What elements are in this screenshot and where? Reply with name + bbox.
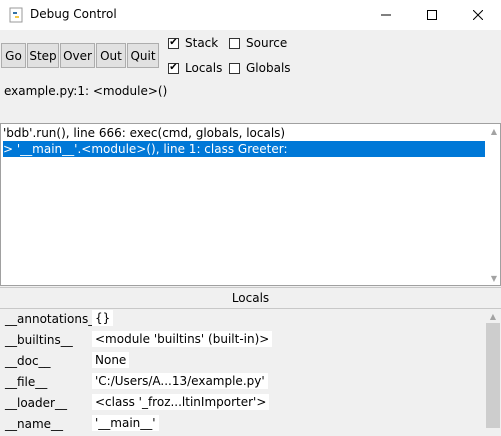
stack-scrollbar[interactable]: ▲ ▼ xyxy=(487,124,501,285)
local-value[interactable]: {} xyxy=(92,310,114,326)
local-name: __name__ xyxy=(5,417,64,431)
local-value[interactable]: <class '_froz...ltinImporter'> xyxy=(92,394,270,410)
table-row: __loader__ <class '_froz...ltinImporter'… xyxy=(0,393,483,414)
locals-header: Locals xyxy=(0,287,501,309)
table-row: __name__ '__main__' xyxy=(0,414,483,435)
scroll-down-icon[interactable]: ▼ xyxy=(487,271,501,285)
table-row: __annotations__ {} xyxy=(0,309,483,330)
maximize-button[interactable] xyxy=(409,0,455,30)
local-name: __builtins__ xyxy=(5,333,73,347)
scroll-up-icon[interactable]: ▲ xyxy=(486,309,500,323)
locals-checkbox[interactable]: ✔ Locals xyxy=(168,61,222,75)
locals-scrollbar[interactable]: ▲ xyxy=(485,309,501,436)
table-row: __file__ 'C:/Users/A...13/example.py' xyxy=(0,372,483,393)
minimize-icon xyxy=(381,14,391,16)
locals-table: __annotations__ {} __builtins__ <module … xyxy=(0,309,501,436)
local-value[interactable]: '__main__' xyxy=(92,415,159,431)
maximize-icon xyxy=(427,10,437,20)
close-button[interactable] xyxy=(455,0,501,30)
locals-checkbox-box[interactable]: ✔ xyxy=(168,62,179,74)
globals-checkbox-box[interactable] xyxy=(229,62,240,74)
local-value[interactable]: 'C:/Users/A...13/example.py' xyxy=(92,373,268,389)
over-button[interactable]: Over xyxy=(60,43,95,68)
window-title: Debug Control xyxy=(30,7,117,21)
minimize-button[interactable] xyxy=(363,0,409,30)
source-checkbox-box[interactable] xyxy=(229,37,240,49)
out-button[interactable]: Out xyxy=(96,43,126,68)
stack-checkbox[interactable]: ✔ Stack xyxy=(168,36,218,50)
go-button[interactable]: Go xyxy=(1,43,26,68)
globals-checkbox-label: Globals xyxy=(246,61,291,75)
local-name: __loader__ xyxy=(5,396,67,410)
scrollbar-thumb[interactable] xyxy=(486,323,500,428)
current-location-label: example.py:1: <module>() xyxy=(4,84,168,98)
scroll-up-icon[interactable]: ▲ xyxy=(487,124,501,138)
globals-checkbox[interactable]: Globals xyxy=(229,61,291,75)
stack-item[interactable]: 'bdb'.run(), line 666: exec(cmd, globals… xyxy=(3,125,485,141)
close-icon xyxy=(473,10,483,20)
step-button[interactable]: Step xyxy=(27,43,59,68)
stack-item-selected[interactable]: > '__main__'.<module>(), line 1: class G… xyxy=(3,141,485,157)
python-app-icon xyxy=(8,7,24,23)
table-row: __builtins__ <module 'builtins' (built-i… xyxy=(0,330,483,351)
locals-checkbox-label: Locals xyxy=(185,61,223,75)
local-name: __doc__ xyxy=(5,354,51,368)
local-value[interactable]: <module 'builtins' (built-in)> xyxy=(92,331,273,347)
source-checkbox-label: Source xyxy=(246,36,288,50)
local-value[interactable]: None xyxy=(92,352,130,368)
stack-checkbox-box[interactable]: ✔ xyxy=(168,37,179,49)
table-row: __doc__ None xyxy=(0,351,483,372)
quit-button[interactable]: Quit xyxy=(127,43,159,68)
source-checkbox[interactable]: Source xyxy=(229,36,287,50)
local-name: __annotations__ xyxy=(5,312,101,326)
stack-listbox[interactable]: 'bdb'.run(), line 666: exec(cmd, globals… xyxy=(0,123,501,286)
stack-checkbox-label: Stack xyxy=(185,36,219,50)
local-name: __file__ xyxy=(5,375,48,389)
